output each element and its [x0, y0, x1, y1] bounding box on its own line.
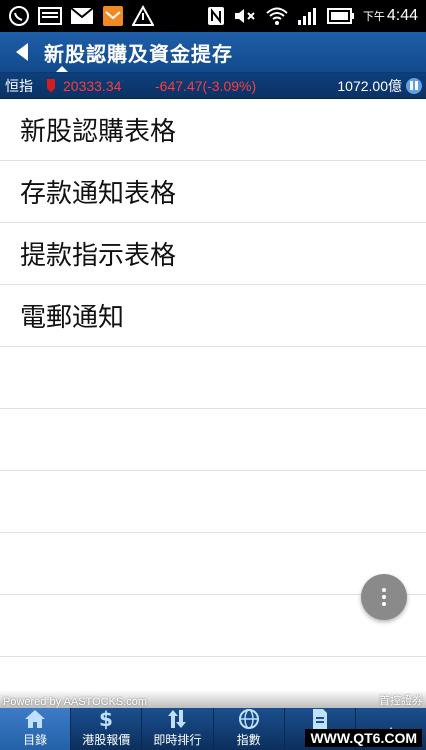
powered-by-text: Powered by AASTOCKS.com: [3, 696, 148, 708]
more-options-button[interactable]: [361, 574, 407, 620]
ticker-volume: 1072.00億: [337, 77, 402, 94]
menu-item-label: 提款指示表格: [20, 241, 177, 271]
nav-rankings[interactable]: 即時排行: [142, 708, 214, 750]
warning-icon: [132, 5, 154, 27]
mail-icon: [70, 7, 94, 25]
nav-label: 目錄: [23, 733, 48, 747]
back-arrow-icon: [16, 43, 28, 61]
ticker-value: 20333.34: [63, 77, 122, 94]
status-bar: 下午 4:44: [0, 0, 426, 32]
nav-label: 港股報價: [82, 733, 131, 747]
dollar-icon: $: [96, 708, 116, 730]
nfc-icon: [207, 6, 225, 26]
menu-list: 新股認購表格 存款通知表格 提款指示表格 電郵通知: [0, 99, 426, 657]
broker-name: 首控證券: [379, 695, 423, 707]
empty-row: [0, 347, 426, 409]
mute-icon: [233, 6, 257, 26]
home-icon: [24, 708, 46, 730]
nav-index[interactable]: 指數: [214, 708, 285, 750]
header-notch: [56, 66, 68, 72]
news-icon: [311, 708, 329, 730]
back-button[interactable]: [0, 32, 44, 72]
mail-orange-icon: [102, 5, 124, 27]
ticker-name: 恒指: [5, 77, 33, 94]
nav-directory[interactable]: 目錄: [0, 708, 72, 750]
menu-item-label: 電郵通知: [20, 303, 125, 333]
whatsapp-icon: [8, 5, 30, 27]
menu-item-withdrawal-form[interactable]: 提款指示表格: [0, 223, 426, 285]
sort-icon: [167, 708, 187, 730]
nav-label: 指數: [236, 733, 261, 747]
app-header: 新股認購及資金提存: [0, 32, 426, 73]
menu-item-deposit-form[interactable]: 存款通知表格: [0, 161, 426, 223]
pause-button[interactable]: [406, 77, 422, 94]
menu-item-label: 存款通知表格: [20, 179, 177, 209]
index-ticker[interactable]: 恒指 20333.34 -647.47(-3.09%) 1072.00億: [0, 73, 426, 99]
globe-icon: [238, 708, 260, 730]
more-vert-icon: [382, 588, 386, 592]
empty-row: [0, 409, 426, 471]
battery-icon: [326, 8, 355, 24]
clock: 下午 4:44: [362, 7, 418, 24]
page-title: 新股認購及資金提存: [44, 41, 233, 66]
menu-item-label: 新股認購表格: [20, 117, 177, 147]
down-arrow-icon: [47, 78, 55, 93]
empty-row: [0, 471, 426, 533]
image-icon: [38, 6, 62, 26]
signal-icon: [297, 6, 319, 26]
menu-item-email-notice[interactable]: 電郵通知: [0, 285, 426, 347]
wifi-icon: [265, 6, 289, 26]
nav-hk-quotes[interactable]: $ 港股報價: [71, 708, 143, 750]
powered-by-bar: Powered by AASTOCKS.com 首控證券: [0, 690, 426, 708]
svg-text:$: $: [99, 708, 113, 730]
empty-row: [0, 533, 426, 595]
nav-label: 即時排行: [153, 733, 202, 747]
ticker-change: -647.47(-3.09%): [155, 77, 257, 94]
watermark: WWW.QT6.COM: [305, 729, 422, 747]
menu-item-ipo-form[interactable]: 新股認購表格: [0, 99, 426, 161]
